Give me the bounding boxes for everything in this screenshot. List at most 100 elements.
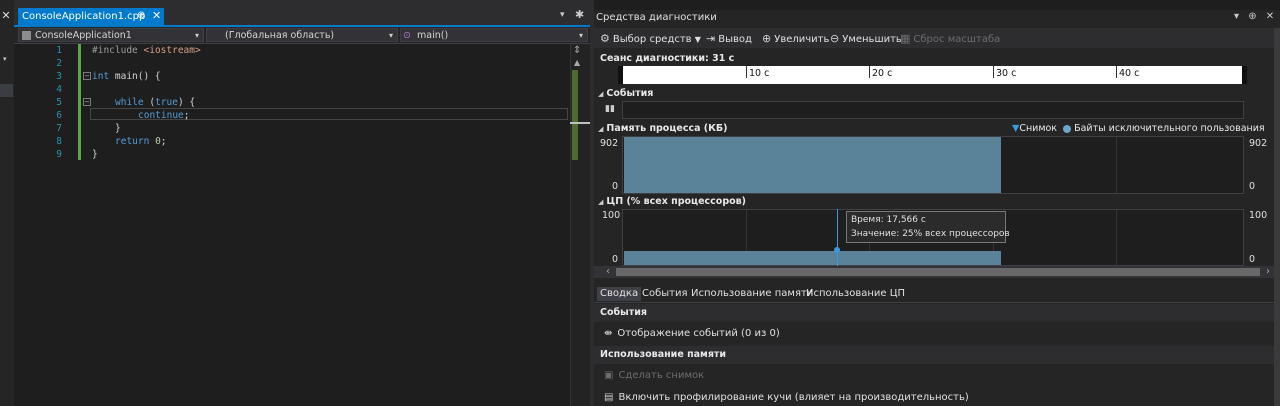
cpu-y-min-right: 0 <box>1249 254 1256 265</box>
events-section-title[interactable]: ◢ События <box>598 88 653 99</box>
events-icon: ⇼ <box>604 328 613 339</box>
code-line-6: continue; <box>138 110 190 121</box>
memory-section-title[interactable]: ◢ Память процесса (КБ) <box>598 123 727 134</box>
line-number: 8 <box>56 136 62 147</box>
chevron-down-icon: ▾ <box>578 31 583 40</box>
line-number: 4 <box>56 84 62 95</box>
cpu-y-min-left: 0 <box>612 254 619 265</box>
summary-events-title: События <box>600 307 647 318</box>
memory-y-min-right: 0 <box>1249 181 1256 192</box>
output-icon: ⇥ <box>706 32 716 45</box>
tab-memory-usage[interactable]: Использование памяти <box>688 287 816 301</box>
fold-toggle-icon[interactable]: − <box>83 98 91 106</box>
tab-events[interactable]: События <box>639 287 691 301</box>
split-editor-icon[interactable]: ⇕ <box>573 45 581 56</box>
bytes-legend-icon <box>1063 124 1072 133</box>
cpu-hover-point <box>834 247 840 253</box>
memory-area-fill <box>624 137 1001 193</box>
ruler-tick-label: 40 с <box>1119 68 1140 79</box>
take-snapshot-button[interactable]: ▣ Сделать снимок <box>604 370 704 381</box>
gear-icon: ⚙ <box>600 32 610 45</box>
line-number: 7 <box>56 123 62 134</box>
cpu-y-max-left: 100 <box>602 210 621 221</box>
cpu-tooltip: Время: 17,566 с Значение: 25% всех проце… <box>846 211 1010 243</box>
function-dropdown[interactable]: ⊙ main() ▾ <box>400 28 588 42</box>
tab-list-dropdown-icon[interactable]: ▾ <box>560 10 565 20</box>
scrollbar-change-marker <box>572 70 578 160</box>
cpu-section-title[interactable]: ◢ ЦП (% всех процессоров) <box>598 196 746 207</box>
scroll-left-icon[interactable]: ‹ <box>606 266 610 277</box>
function-icon: ⊙ <box>403 30 411 41</box>
pause-icon[interactable]: ▮▮ <box>605 104 615 114</box>
code-editor[interactable] <box>14 44 570 406</box>
scroll-right-icon[interactable]: › <box>1266 266 1270 277</box>
summary-events-header <box>594 304 1280 322</box>
memory-y-max-left: 902 <box>600 138 619 149</box>
tab-consoleapplication1-cpp[interactable]: ConsoleApplication1.cpp ⊕ ✕ <box>18 8 164 25</box>
output-button[interactable]: ⇥ Вывод <box>706 32 752 45</box>
line-number: 1 <box>56 45 62 56</box>
cpu-y-max-right: 100 <box>1249 210 1268 221</box>
memory-gridline <box>1116 137 1117 193</box>
ruler-tick <box>746 66 747 78</box>
ruler-tick-label: 10 с <box>749 68 770 79</box>
close-icon[interactable]: ✕ <box>0 9 12 22</box>
chevron-down-icon: ▾ <box>388 31 393 40</box>
scrollbar-caret-marker <box>570 122 590 124</box>
tab-summary[interactable]: Сводка <box>597 287 642 301</box>
ruler-tick <box>1116 66 1117 78</box>
memory-y-max-right: 902 <box>1249 138 1268 149</box>
line-number: 9 <box>56 149 62 160</box>
camera-icon: ▣ <box>604 370 614 381</box>
line-number: 3 <box>56 71 62 82</box>
line-number: 5 <box>56 97 62 108</box>
scrollbar-thumb[interactable] <box>616 268 1260 276</box>
cpu-area-fill <box>624 251 1001 265</box>
panel-title: Средства диагностики <box>596 12 717 23</box>
timeline-start-handle[interactable] <box>618 66 623 84</box>
ruler-tick <box>993 66 994 78</box>
ruler-tick-label: 20 с <box>872 68 893 79</box>
zoom-out-icon: ⊖ <box>830 32 840 45</box>
tooltip-value: Значение: 25% всех процессоров <box>851 229 1010 239</box>
cpu-gridline <box>1116 210 1117 265</box>
chevron-down-icon: ▼ <box>694 35 701 44</box>
zoom-out-button[interactable]: ⊖ Уменьшить <box>830 32 902 45</box>
timeline-end-handle[interactable] <box>1242 66 1247 84</box>
tab-cpu-usage[interactable]: Использование ЦП <box>803 287 908 301</box>
dropdown-arrow-icon[interactable]: ▾ <box>3 55 7 63</box>
enable-heap-profiling-checkbox[interactable]: ▤ Включить профилирование кучи (влияет на… <box>604 392 969 403</box>
code-line-7: } <box>115 123 121 134</box>
collapse-icon: ◢ <box>598 90 604 98</box>
timeline-ruler[interactable] <box>618 66 1246 84</box>
collapse-icon: ◢ <box>598 198 604 206</box>
show-events-link[interactable]: ⇼ Отображение событий (0 из 0) <box>604 328 780 339</box>
reset-zoom-button[interactable]: ▦ Сброс масштаба <box>900 32 1000 45</box>
line-number: 6 <box>56 110 62 121</box>
ruler-tick <box>869 66 870 78</box>
code-line-3: int main() { <box>92 71 161 82</box>
tab-title: ConsoleApplication1.cpp <box>22 11 146 22</box>
function-dropdown-value: main() <box>417 30 449 41</box>
zoom-in-button[interactable]: ⊕ Увеличить <box>762 32 829 45</box>
scope-dropdown[interactable]: (Глобальная область) ▾ <box>206 28 398 42</box>
scope-dropdown-value: (Глобальная область) <box>225 30 335 41</box>
select-tools-button[interactable]: ⚙ Выбор средств ▼ <box>600 32 701 45</box>
panel-vertical-scrollbar[interactable] <box>1274 28 1280 406</box>
left-strip-selected-item[interactable] <box>0 84 13 97</box>
cpu-hover-cursor <box>837 209 838 266</box>
project-dropdown-value: ConsoleApplication1 <box>35 30 132 41</box>
fold-toggle-icon[interactable]: − <box>83 72 91 80</box>
scroll-up-icon[interactable]: ▲ <box>574 58 580 67</box>
events-track[interactable] <box>622 101 1244 119</box>
panel-window-controls[interactable]: ▾ ⊕ ✕ <box>1234 11 1277 22</box>
project-icon <box>22 31 31 40</box>
ruler-tick-label: 30 с <box>996 68 1017 79</box>
gear-icon[interactable]: ✱ <box>575 8 584 21</box>
zoom-in-icon: ⊕ <box>762 32 772 45</box>
collapse-icon: ◢ <box>598 125 604 133</box>
close-icon[interactable]: ✕ <box>152 9 161 22</box>
project-dropdown[interactable]: ConsoleApplication1 ▾ <box>18 28 204 42</box>
pin-icon[interactable]: ⊕ <box>137 10 145 21</box>
code-line-5: while (true) { <box>115 97 196 108</box>
